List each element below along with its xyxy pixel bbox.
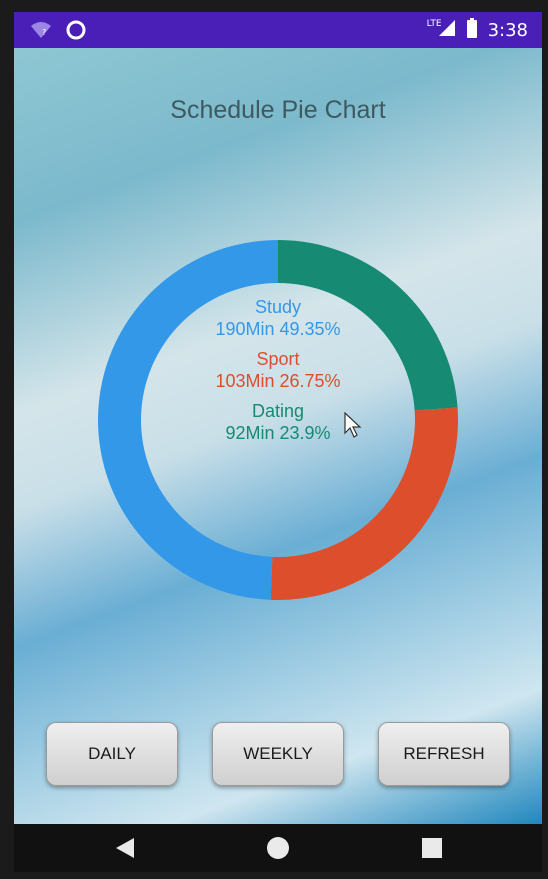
series-name-study: Study bbox=[254, 297, 302, 317]
page-title: Schedule Pie Chart bbox=[170, 96, 386, 124]
wifi-question-icon: ? bbox=[30, 21, 52, 43]
phone-frame: ? LTE 3:38 Schedule Pie Chart Study 190M… bbox=[14, 12, 542, 872]
label-block-study: Study 190Min 49.35% bbox=[178, 296, 378, 340]
circle-notification-icon bbox=[66, 20, 86, 44]
series-name-sport: Sport bbox=[256, 349, 300, 369]
mouse-cursor-icon bbox=[344, 411, 362, 442]
recents-icon[interactable] bbox=[422, 838, 442, 862]
back-icon[interactable] bbox=[114, 836, 136, 864]
weekly-button[interactable]: WEEKLY bbox=[212, 722, 344, 786]
lte-label: LTE bbox=[426, 19, 442, 29]
navigation-bar bbox=[14, 824, 542, 872]
refresh-button[interactable]: REFRESH bbox=[378, 722, 510, 786]
label-block-sport: Sport 103Min 26.75% bbox=[178, 348, 378, 392]
daily-button[interactable]: DAILY bbox=[46, 722, 178, 786]
status-bar: ? LTE 3:38 bbox=[14, 12, 542, 48]
battery-icon bbox=[466, 18, 478, 42]
series-value-study: 190Min 49.35% bbox=[215, 319, 341, 339]
svg-text:?: ? bbox=[42, 28, 46, 37]
app-screen: Schedule Pie Chart Study 190Min 49.35% Spo… bbox=[14, 48, 542, 824]
home-icon[interactable] bbox=[266, 836, 290, 864]
status-time: 3:38 bbox=[487, 19, 528, 41]
series-value-sport: 103Min 26.75% bbox=[215, 371, 341, 391]
